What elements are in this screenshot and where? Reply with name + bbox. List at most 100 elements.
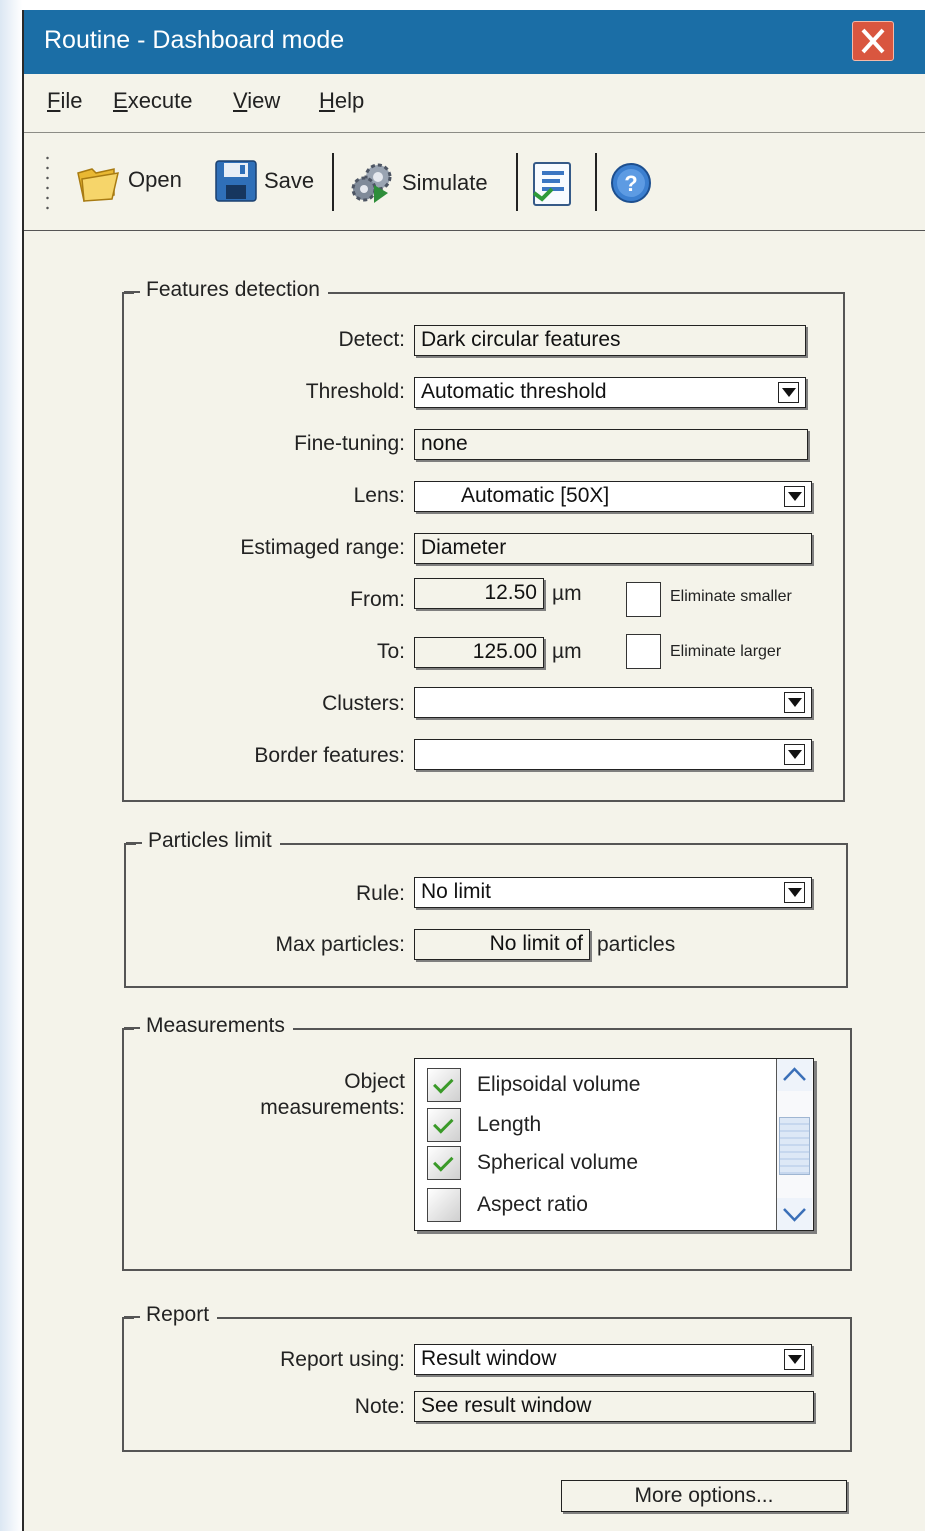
measurement-checkbox[interactable] [427,1146,461,1180]
list-item[interactable]: Length [427,1107,541,1143]
scrollbar-thumb[interactable] [779,1117,810,1175]
chevron-down-icon[interactable] [784,744,805,765]
max-particles-value: No limit of [489,932,583,955]
open-label: Open [128,167,182,192]
simulate-button[interactable]: Simulate [350,161,488,205]
report-group: Report [122,1303,852,1452]
menu-help[interactable]: Help [319,88,364,114]
report-using-label: Report using: [280,1348,405,1371]
save-label: Save [264,168,315,193]
measurement-checkbox[interactable] [427,1108,461,1142]
threshold-value: Automatic threshold [421,380,607,403]
close-icon [861,28,885,54]
help-icon: ? [611,163,651,203]
object-measurements-label-line2: measurements: [260,1096,405,1119]
scrollbar[interactable] [776,1059,813,1230]
measurement-label: Length [477,1113,542,1136]
close-button[interactable] [852,21,894,61]
threshold-label: Threshold: [305,380,405,403]
simulate-label: Simulate [402,170,488,195]
toolbar-grip[interactable] [46,153,49,213]
lens-label: Lens: [353,484,405,507]
from-unit: µm [552,582,582,605]
note-label: Note: [354,1395,405,1418]
fine-tuning-value: none [421,432,468,455]
checklist-icon [532,162,571,206]
lens-select[interactable]: Automatic [50X] [414,481,812,512]
scroll-down-button[interactable] [777,1198,812,1230]
open-button[interactable]: Open [74,157,182,203]
list-item[interactable]: Spherical volume [427,1145,638,1181]
clusters-label: Clusters: [322,692,405,715]
chevron-down-icon[interactable] [784,486,805,507]
border-features-select[interactable] [414,739,812,770]
check-icon [433,1112,454,1134]
report-legend: Report [123,1303,218,1327]
toolbar-separator [332,153,334,211]
scroll-up-button[interactable] [777,1059,812,1091]
particles-limit-legend: Particles limit [126,829,280,853]
report-using-select[interactable]: Result window [414,1344,812,1375]
max-particles-field[interactable]: No limit of [414,929,590,960]
menu-view[interactable]: View [233,88,280,114]
rule-select[interactable]: No limit [414,877,812,908]
help-button[interactable]: ? [610,162,652,204]
object-measurements-list[interactable]: Elipsoidal volume Length Spherical volum… [414,1058,814,1231]
to-unit: µm [552,640,582,663]
chevron-down-icon[interactable] [784,882,805,903]
detect-value: Dark circular features [421,328,621,351]
list-item[interactable]: Aspect ratio [427,1187,588,1223]
to-label: To: [376,640,405,663]
measurements-legend: Measurements [124,1014,293,1038]
from-input[interactable]: 12.50 [414,578,544,609]
save-button[interactable]: Save [214,159,314,203]
gears-icon [351,163,392,203]
chevron-down-icon[interactable] [778,382,799,403]
report-button[interactable] [530,161,574,207]
max-particles-suffix: particles [597,933,676,956]
lens-value: Automatic [50X] [461,484,610,507]
max-particles-label: Max particles: [275,933,405,956]
detect-field[interactable]: Dark circular features [414,325,806,356]
rule-label: Rule: [355,882,405,905]
to-input[interactable]: 125.00 [414,637,544,668]
chevron-down-icon[interactable] [784,1349,805,1370]
chevron-up-icon [783,1067,806,1081]
fine-tuning-field[interactable]: none [414,429,808,460]
more-options-button[interactable]: More options... [561,1480,847,1512]
menu-bar: File Execute View Help [24,74,925,133]
menu-execute[interactable]: Execute [113,88,193,114]
chevron-down-icon [783,1208,806,1222]
check-icon [433,1150,454,1172]
toolbar-separator [516,153,518,211]
estimated-range-field[interactable]: Diameter [414,533,812,564]
window-title: Routine - Dashboard mode [44,26,345,54]
border-features-label: Border features: [254,744,405,767]
svg-text:?: ? [624,171,637,196]
clusters-select[interactable] [414,687,812,718]
estimated-range-value: Diameter [421,536,507,559]
measurement-label: Aspect ratio [477,1193,588,1216]
list-item[interactable]: Elipsoidal volume [427,1067,640,1103]
note-value: See result window [421,1394,592,1417]
eliminate-larger-label: Eliminate larger [670,643,782,660]
eliminate-smaller-checkbox[interactable] [626,582,661,617]
to-value: 125.00 [472,640,537,663]
features-detection-legend: Features detection [124,278,328,302]
menu-file[interactable]: File [47,88,82,114]
measurement-checkbox[interactable] [427,1068,461,1102]
measurement-label: Elipsoidal volume [477,1073,641,1096]
measurement-label: Spherical volume [477,1151,639,1174]
from-value: 12.50 [484,581,537,604]
measurement-checkbox[interactable] [427,1188,461,1222]
title-bar: Routine - Dashboard mode [24,10,925,74]
threshold-select[interactable]: Automatic threshold [414,377,806,408]
fine-tuning-label: Fine-tuning: [294,432,405,455]
detect-label: Detect: [338,328,405,351]
chevron-down-icon[interactable] [784,692,805,713]
toolbar: Open Save Simulate ? [24,133,925,231]
note-field[interactable]: See result window [414,1391,814,1422]
rule-value: No limit [421,880,492,903]
folder-icon [77,168,119,202]
eliminate-larger-checkbox[interactable] [626,634,661,669]
